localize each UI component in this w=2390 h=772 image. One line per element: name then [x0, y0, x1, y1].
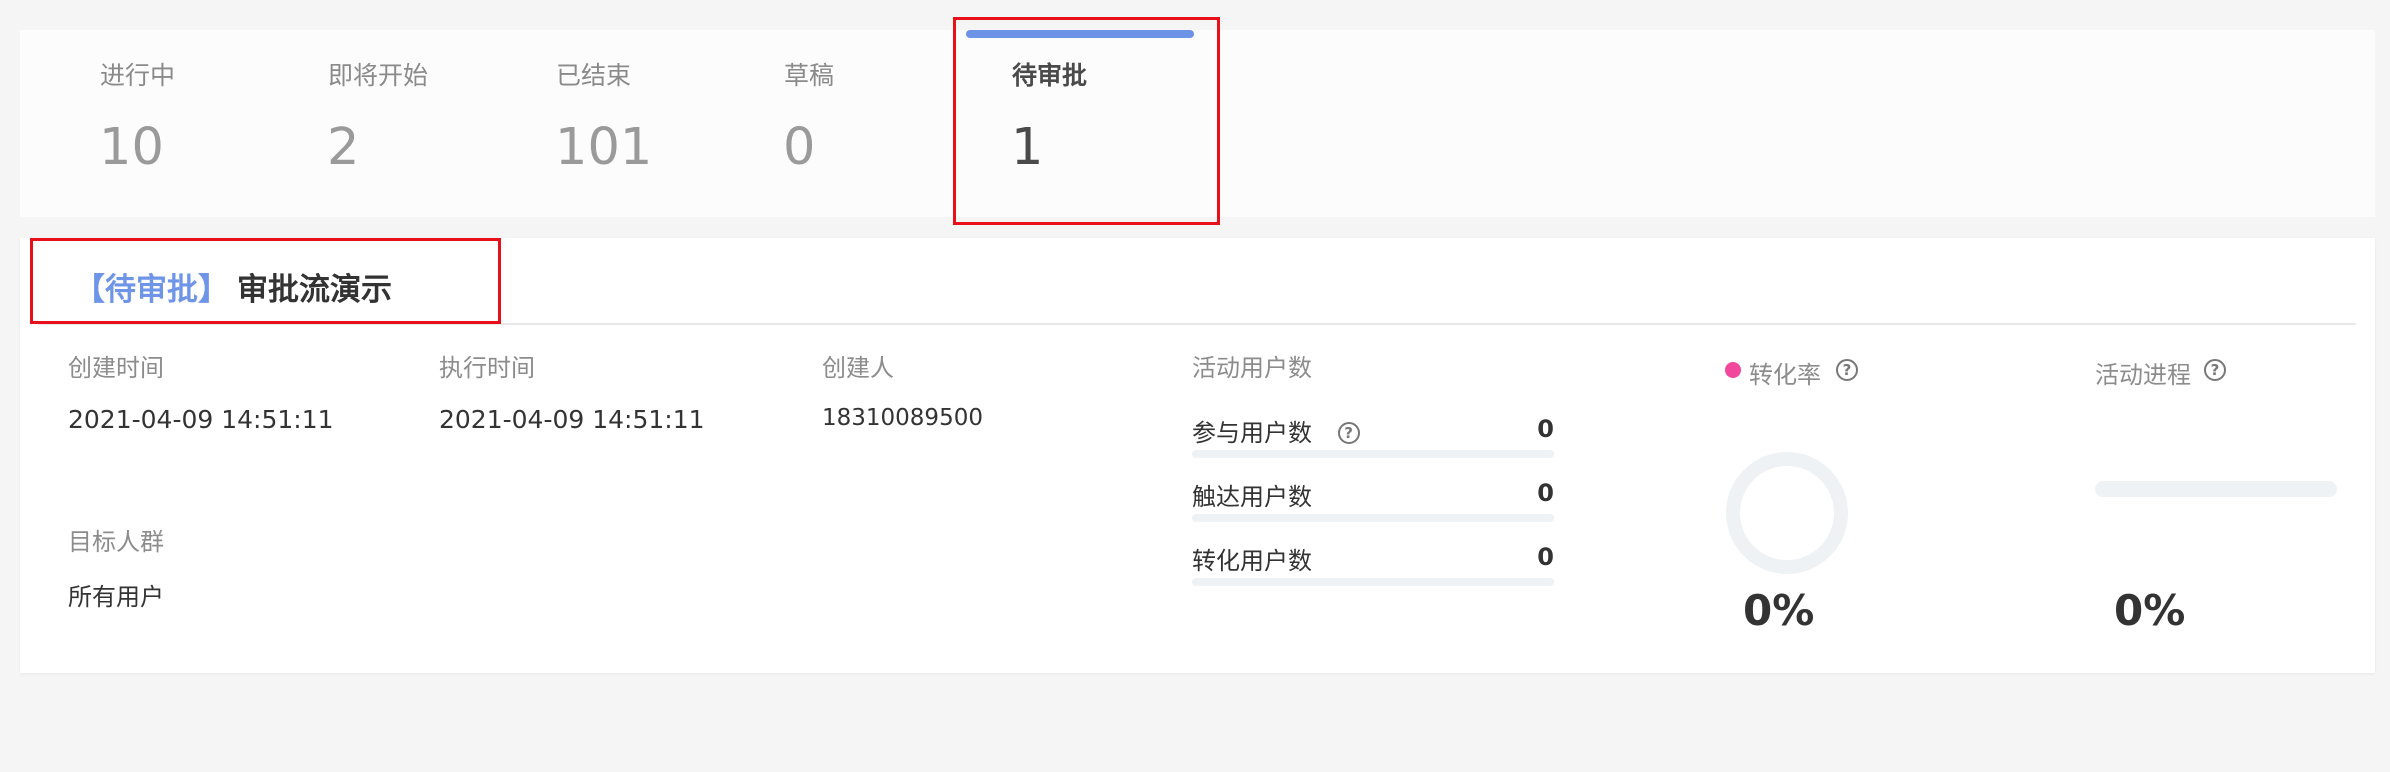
activity-progress-bar [2095, 481, 2337, 497]
exec-time-label: 执行时间 [439, 354, 535, 382]
metric-label: 触达用户数 [1192, 483, 1312, 511]
tab-label: 草稿 [784, 61, 835, 90]
tab-label: 待审批 [1012, 61, 1088, 90]
metric-value: 0 [1537, 415, 1554, 443]
created-time-value: 2021-04-09 14:51:11 [68, 405, 334, 434]
activity-title[interactable]: 审批流演示 [237, 264, 392, 309]
help-icon[interactable]: ? [1337, 422, 1360, 444]
metric-label: 参与用户数 [1192, 419, 1312, 447]
conversion-rate-value: 0% [1743, 586, 1815, 635]
tab-count: 2 [327, 118, 360, 177]
audience-label: 目标人群 [68, 528, 164, 556]
tab-count: 0 [783, 118, 816, 177]
tab-count: 10 [99, 118, 164, 177]
metric-value: 0 [1537, 543, 1554, 571]
activity-card: 【待审批】 审批流演示 创建时间 2021-04-09 14:51:11 执行时… [20, 238, 2375, 673]
metric-value: 0 [1537, 479, 1554, 507]
activity-users-title: 活动用户数 [1192, 354, 1312, 382]
status-tabs: 进行中 10 即将开始 2 已结束 101 草稿 0 待审批 1 [20, 30, 2375, 217]
metric-converted: 转化用户数 0 [1192, 541, 1554, 591]
created-time-label: 创建时间 [68, 354, 164, 382]
metric-participants: 参与用户数 ? 0 [1192, 413, 1554, 463]
tab-in-progress[interactable]: 进行中 10 [20, 30, 248, 217]
activity-progress-label: 活动进程 [2095, 361, 2191, 389]
tab-count: 101 [555, 118, 653, 177]
conversion-rate-label: 转化率 [1749, 361, 1821, 389]
metric-bar [1192, 578, 1554, 586]
divider [38, 323, 2356, 325]
help-icon[interactable]: ? [2204, 359, 2226, 381]
tab-label: 即将开始 [328, 61, 429, 90]
creator-label: 创建人 [822, 354, 894, 382]
tab-pending-approval[interactable]: 待审批 1 [932, 30, 1232, 217]
metric-bar [1192, 450, 1554, 458]
tab-count: 1 [1011, 118, 1044, 177]
tab-label: 已结束 [556, 61, 632, 90]
conversion-legend-dot [1725, 362, 1741, 378]
tab-draft[interactable]: 草稿 0 [704, 30, 932, 217]
metric-label: 转化用户数 [1192, 547, 1312, 575]
activity-status-tag: 【待审批】 [74, 272, 229, 308]
exec-time-value: 2021-04-09 14:51:11 [439, 405, 705, 434]
activity-progress-value: 0% [2114, 586, 2186, 635]
metric-reached: 触达用户数 0 [1192, 477, 1554, 527]
tab-ended[interactable]: 已结束 101 [476, 30, 704, 217]
tab-upcoming[interactable]: 即将开始 2 [248, 30, 476, 217]
metric-bar [1192, 514, 1554, 522]
activity-card-header[interactable]: 【待审批】 审批流演示 [20, 238, 2375, 324]
conversion-ring-chart [1726, 452, 1848, 574]
help-icon[interactable]: ? [1836, 359, 1858, 381]
active-tab-indicator [966, 30, 1194, 38]
audience-value: 所有用户 [68, 583, 164, 611]
creator-value: 18310089500 [822, 405, 983, 431]
tab-label: 进行中 [100, 61, 176, 90]
